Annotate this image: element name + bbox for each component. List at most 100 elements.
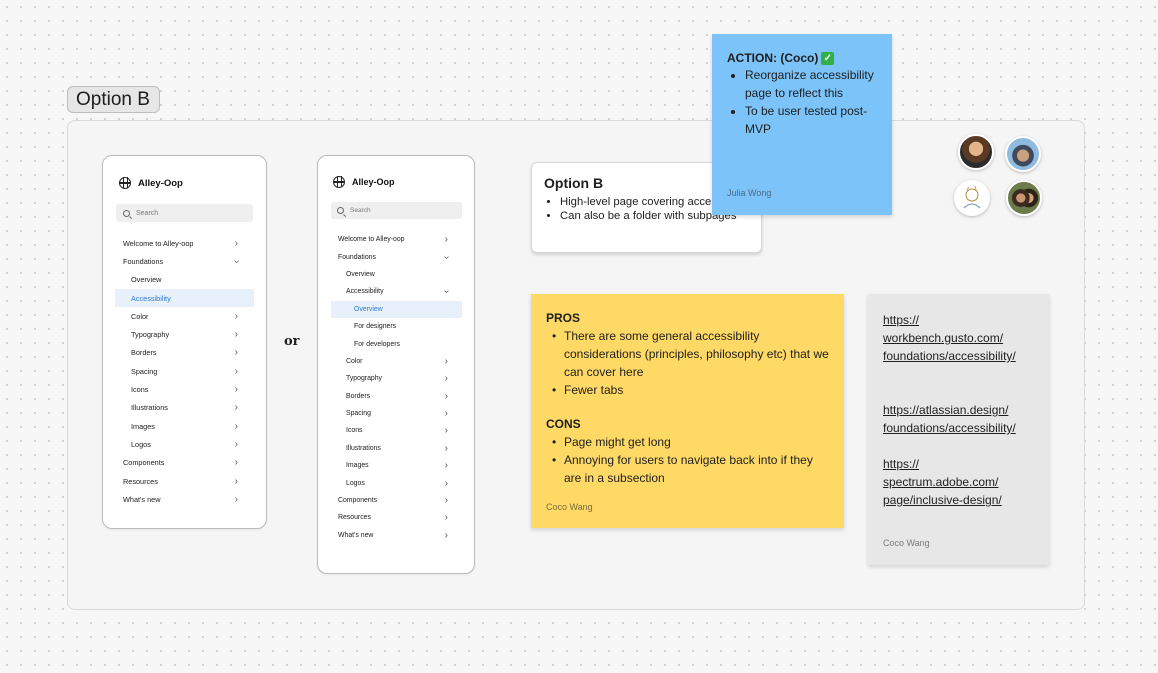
sticky-note-links[interactable]: https:// workbench.gusto.com/ foundation…: [868, 294, 1049, 565]
chevron-right-icon: ›: [234, 475, 238, 487]
chevron-right-icon: ›: [234, 420, 238, 432]
link-line[interactable]: https://: [883, 311, 1034, 329]
search-placeholder: Search: [350, 207, 371, 214]
link-adobe[interactable]: https:// spectrum.adobe.com/ page/inclus…: [883, 455, 1034, 509]
search-input[interactable]: Search: [331, 202, 462, 219]
nav-item[interactable]: Logos ›: [115, 435, 254, 453]
nav-item-label: Resources: [123, 476, 158, 486]
nav-item[interactable]: Images ›: [115, 417, 254, 435]
nav-item-label: Spacing: [346, 410, 371, 418]
avatar[interactable]: [954, 180, 990, 216]
nav-item-label: What's new: [338, 531, 374, 539]
avatar[interactable]: [958, 134, 994, 170]
nav-item[interactable]: Components ›: [331, 492, 462, 509]
nav-item-label: Overview: [346, 270, 375, 278]
link-line[interactable]: foundations/accessibility/: [883, 419, 1034, 437]
chevron-right-icon: ›: [444, 408, 448, 420]
nav-item-label: Foundations: [338, 253, 376, 261]
nav-item-label: Welcome to Alley-oop: [123, 238, 194, 248]
nav-item[interactable]: Images ›: [331, 457, 462, 474]
link-line[interactable]: foundations/accessibility/: [883, 347, 1034, 365]
nav-item-label: Icons: [346, 427, 363, 435]
nav-item[interactable]: Foundations ›: [115, 252, 254, 270]
chevron-right-icon: ›: [234, 365, 238, 377]
chevron-right-icon: ›: [444, 442, 448, 454]
nav-item-label: Resources: [338, 514, 371, 522]
nav-item[interactable]: Color ›: [115, 307, 254, 325]
note-bullets: Reorganize accessibility page to reflect…: [727, 66, 878, 138]
chevron-right-icon: ›: [234, 402, 238, 414]
nav-item[interactable]: Resources ›: [331, 509, 462, 526]
nav-item[interactable]: Accessibility: [115, 288, 254, 308]
nav-item[interactable]: Borders ›: [331, 388, 462, 405]
link-line[interactable]: https://atlassian.design/: [883, 401, 1034, 419]
nav-item[interactable]: Overview: [115, 271, 254, 289]
nav-item[interactable]: Foundations ›: [331, 248, 462, 265]
nav-item-label: Overview: [131, 275, 162, 285]
nav-item-label: Color: [346, 357, 363, 365]
nav-item[interactable]: For developers: [331, 335, 462, 352]
note-title: ACTION: (Coco) ✓: [727, 51, 878, 65]
nav-item[interactable]: Accessibility ›: [331, 283, 462, 300]
search-input[interactable]: Search: [116, 204, 253, 222]
basketball-logo-icon: [119, 177, 131, 189]
nav-item[interactable]: For designers: [331, 318, 462, 335]
nav-item[interactable]: Welcome to Alley-oop ›: [331, 231, 462, 248]
link-line[interactable]: workbench.gusto.com/: [883, 329, 1034, 347]
check-mark-icon: ✓: [821, 51, 835, 65]
nav-item[interactable]: Illustrations ›: [115, 399, 254, 417]
avatar[interactable]: [1006, 180, 1042, 216]
nav-item-label: Foundations: [123, 256, 164, 266]
nav-item[interactable]: Color ›: [331, 353, 462, 370]
nav-item[interactable]: Overview: [331, 300, 462, 318]
nav-item-label: Illustrations: [346, 444, 381, 452]
link-line[interactable]: https://: [883, 455, 1034, 473]
nav-item-label: Logos: [131, 439, 151, 449]
nav-item[interactable]: Resources ›: [115, 472, 254, 490]
link-line[interactable]: page/inclusive-design/: [883, 491, 1034, 509]
link-line[interactable]: spectrum.adobe.com/: [883, 473, 1034, 491]
nav-item[interactable]: Spacing ›: [115, 362, 254, 380]
nav-item-label: Welcome to Alley-oop: [338, 236, 405, 244]
nav-item-label: Accessibility: [346, 288, 384, 296]
search-placeholder: Search: [136, 209, 159, 217]
chevron-right-icon: ›: [444, 234, 448, 246]
nav-item[interactable]: What's new ›: [331, 527, 462, 544]
nav-item[interactable]: Icons ›: [115, 380, 254, 398]
nav-item[interactable]: Typography ›: [331, 370, 462, 387]
chevron-right-icon: ›: [444, 425, 448, 437]
chevron-right-icon: ›: [444, 512, 448, 524]
avatar[interactable]: [1005, 136, 1041, 172]
nav-item-label: For developers: [354, 340, 400, 348]
note-author: Coco Wang: [546, 502, 593, 512]
nav-item[interactable]: Spacing ›: [331, 405, 462, 422]
mockup-phone-a: Alley-Oop Search Welcome to Alley-oop › Fo…: [102, 155, 267, 529]
nav-item-label: Images: [346, 462, 369, 470]
nav-item[interactable]: Overview: [331, 266, 462, 283]
nav-item-label: Accessibility: [131, 293, 171, 303]
link-gusto[interactable]: https:// workbench.gusto.com/ foundation…: [883, 311, 1034, 365]
pros-list: There are some general accessibility con…: [546, 327, 829, 399]
nav-item[interactable]: Components ›: [115, 454, 254, 472]
chevron-right-icon: ›: [444, 477, 448, 489]
note-title-text: ACTION: (Coco): [727, 51, 819, 65]
nav-item[interactable]: Icons ›: [331, 422, 462, 439]
link-atlassian[interactable]: https://atlassian.design/ foundations/ac…: [883, 401, 1034, 437]
nav-item[interactable]: Illustrations ›: [331, 440, 462, 457]
sticky-note-action[interactable]: ACTION: (Coco) ✓ Reorganize accessibilit…: [712, 34, 892, 215]
nav-item[interactable]: Borders ›: [115, 344, 254, 362]
nav-item[interactable]: Welcome to Alley-oop ›: [115, 234, 254, 252]
sticky-note-pros-cons[interactable]: PROS There are some general accessibilit…: [531, 294, 844, 528]
search-icon: [337, 207, 344, 214]
nav-item-label: Logos: [346, 479, 365, 487]
nav-item[interactable]: Typography ›: [115, 325, 254, 343]
nav-item-label: Components: [338, 497, 378, 505]
chevron-right-icon: ›: [234, 347, 238, 359]
section-label[interactable]: Option B: [67, 86, 160, 113]
nav-item[interactable]: Logos ›: [331, 474, 462, 491]
nav-item[interactable]: What's new ›: [115, 490, 254, 508]
nav-item-label: What's new: [123, 494, 161, 504]
chevron-right-icon: ›: [234, 384, 238, 396]
chevron-right-icon: ›: [444, 373, 448, 385]
brand-name: Alley-Oop: [138, 177, 183, 189]
